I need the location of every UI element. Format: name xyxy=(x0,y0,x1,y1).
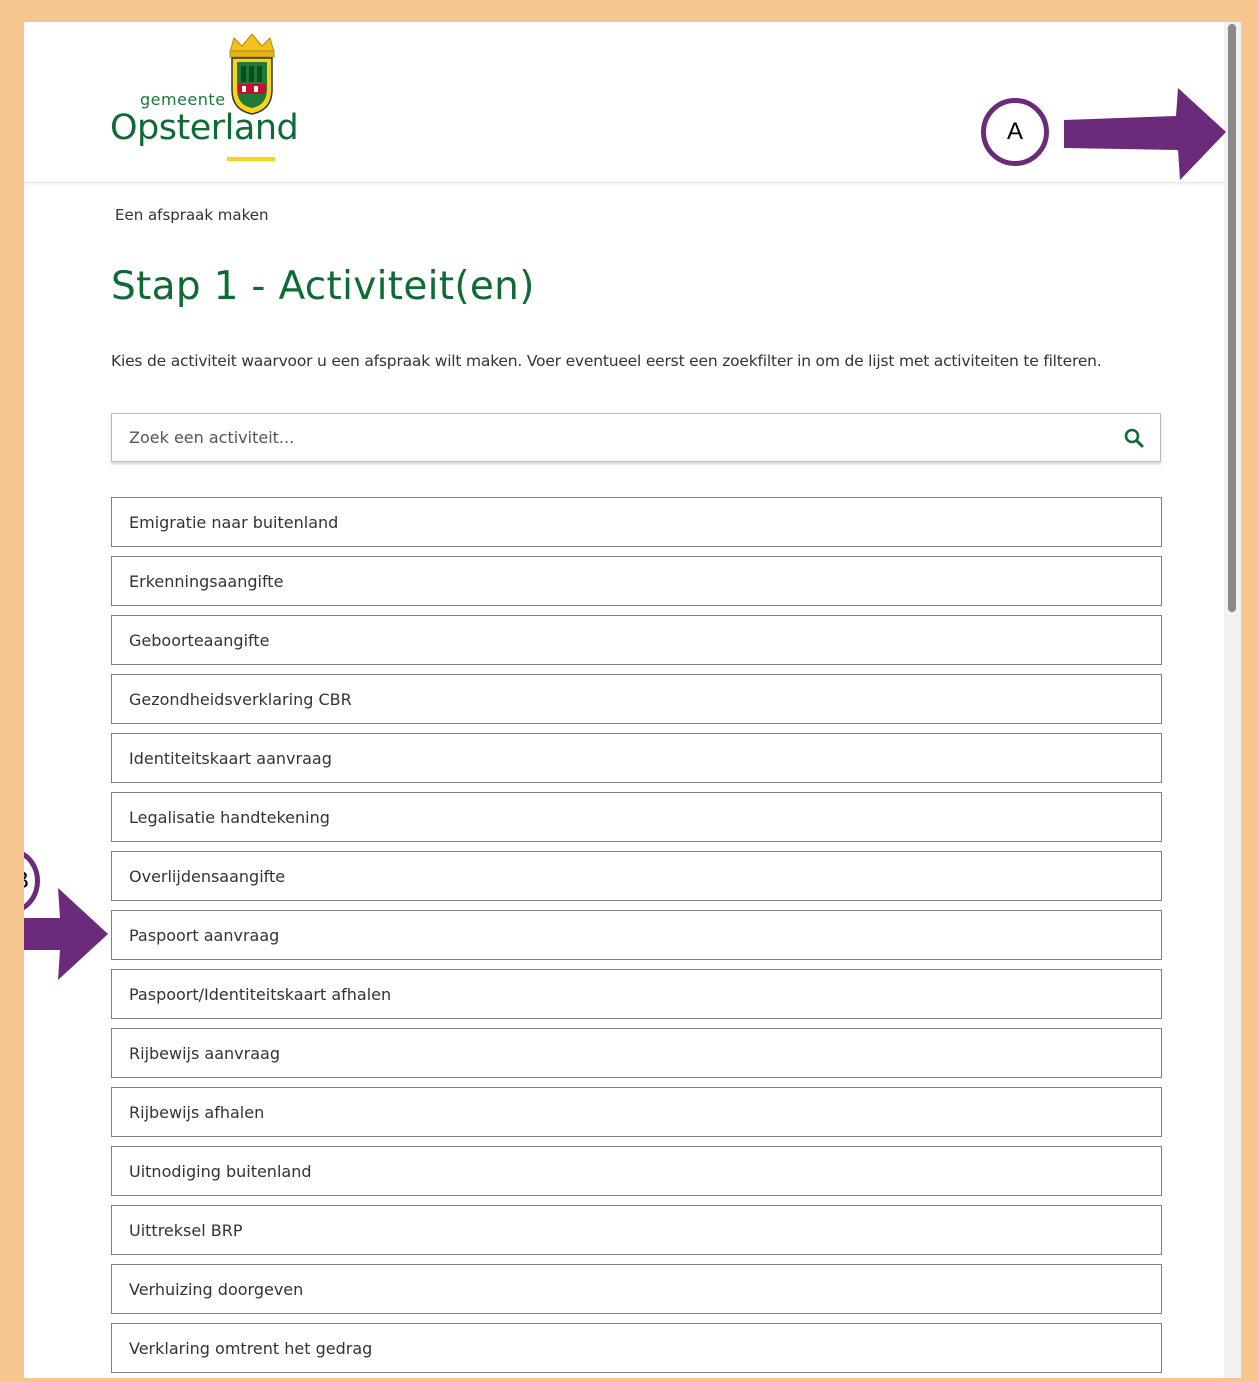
activity-item-vog[interactable]: Verklaring omtrent het gedrag xyxy=(111,1323,1162,1373)
activity-item-paspoort-aanvraag[interactable]: Paspoort aanvraag xyxy=(111,910,1162,960)
activity-item-emigratie[interactable]: Emigratie naar buitenland xyxy=(111,497,1162,547)
activity-item-rijbewijs-afhalen[interactable]: Rijbewijs afhalen xyxy=(111,1087,1162,1137)
activity-item-gezondheidsverklaring[interactable]: Gezondheidsverklaring CBR xyxy=(111,674,1162,724)
annotation-marker-a: A xyxy=(981,98,1049,166)
logo-gemeente-text: gemeente xyxy=(140,90,226,109)
logo-opsterland-text: Opsterland xyxy=(110,108,299,148)
activity-item-legalisatie[interactable]: Legalisatie handtekening xyxy=(111,792,1162,842)
activity-list: Emigratie naar buitenland Erkenningsaang… xyxy=(111,497,1162,1378)
activity-item-geboorteaangifte[interactable]: Geboorteaangifte xyxy=(111,615,1162,665)
search-input[interactable] xyxy=(112,414,1102,461)
site-header: gemeente Opsterland xyxy=(24,22,1224,183)
scrollbar-thumb[interactable] xyxy=(1228,24,1236,612)
activity-item-identiteitskaart-aanvraag[interactable]: Identiteitskaart aanvraag xyxy=(111,733,1162,783)
page-title: Stap 1 - Activiteit(en) xyxy=(111,264,535,309)
activity-item-erkenningsaangifte[interactable]: Erkenningsaangifte xyxy=(111,556,1162,606)
activity-item-uitnodiging-buitenland[interactable]: Uitnodiging buitenland xyxy=(111,1146,1162,1196)
activity-item-overlijdensaangifte[interactable]: Overlijdensaangifte xyxy=(111,851,1162,901)
municipal-crest-icon xyxy=(229,34,275,115)
opsterland-logo[interactable]: gemeente Opsterland xyxy=(110,34,299,164)
activity-item-verhuizing[interactable]: Verhuizing doorgeven xyxy=(111,1264,1162,1314)
breadcrumb[interactable]: Een afspraak maken xyxy=(115,206,269,224)
intro-text: Kies de activiteit waarvoor u een afspra… xyxy=(111,352,1102,370)
search-icon[interactable] xyxy=(1122,426,1146,450)
search-box xyxy=(111,413,1161,462)
activity-item-uittreksel-brp[interactable]: Uittreksel BRP xyxy=(111,1205,1162,1255)
annotation-arrow-right-icon xyxy=(1064,88,1226,180)
activity-item-rijbewijs-aanvraag[interactable]: Rijbewijs aanvraag xyxy=(111,1028,1162,1078)
browser-page: gemeente Opsterland Een afspraak maken S… xyxy=(24,22,1241,1378)
logo-underline xyxy=(227,157,275,161)
annotation-arrow-right-icon xyxy=(24,888,108,980)
activity-item-paspoort-afhalen[interactable]: Paspoort/Identiteitskaart afhalen xyxy=(111,969,1162,1019)
